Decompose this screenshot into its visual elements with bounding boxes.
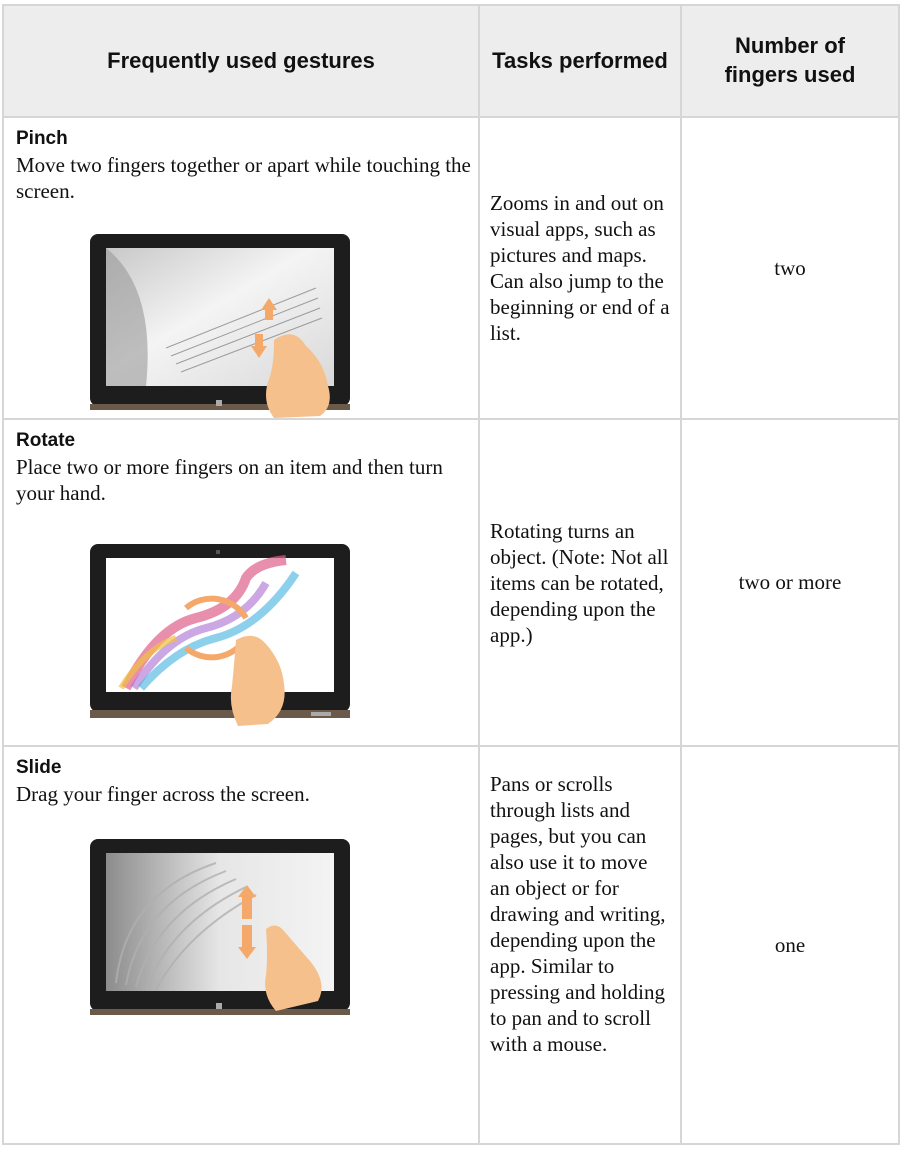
gesture-cell-slide: Slide Drag your finger across the screen… — [2, 745, 480, 1145]
gesture-name: Slide — [16, 757, 62, 778]
tablet-slide-gesture-image — [86, 833, 386, 1023]
fingers-cell: one — [680, 745, 900, 1145]
fingers-cell: two or more — [680, 418, 900, 747]
gesture-name: Pinch — [16, 128, 68, 149]
gesture-cell-pinch: Pinch Move two fingers together or apart… — [2, 116, 480, 420]
gesture-name: Rotate — [16, 430, 76, 451]
fingers-cell: two — [680, 116, 900, 420]
gesture-cell-rotate: Rotate Place two or more fingers on an i… — [2, 418, 480, 747]
table-row: Slide Drag your finger across the screen… — [2, 745, 900, 1145]
gesture-description: Move two fingers together or apart while… — [16, 153, 471, 203]
header-fingers: Number of fingers used — [680, 4, 900, 118]
header-tasks: Tasks performed — [478, 4, 682, 118]
header-fingers-label: Number of fingers used — [724, 33, 856, 87]
gesture-description: Drag your finger across the screen. — [16, 782, 310, 806]
tablet-rotate-gesture-image — [86, 538, 386, 728]
gestures-table: Frequently used gestures Tasks performed… — [2, 4, 900, 1145]
header-gestures: Frequently used gestures — [2, 4, 480, 118]
gesture-description: Place two or more fingers on an item and… — [16, 455, 443, 505]
task-cell: Pans or scrolls through lists and pages,… — [478, 745, 682, 1145]
task-cell: Rotating turns an object. (Note: Not all… — [478, 418, 682, 747]
table-row: Pinch Move two fingers together or apart… — [2, 116, 900, 420]
table-row: Rotate Place two or more fingers on an i… — [2, 418, 900, 747]
task-cell: Zooms in and out on visual apps, such as… — [478, 116, 682, 420]
tablet-pinch-gesture-image — [86, 228, 386, 418]
table-header-row: Frequently used gestures Tasks performed… — [2, 4, 900, 118]
